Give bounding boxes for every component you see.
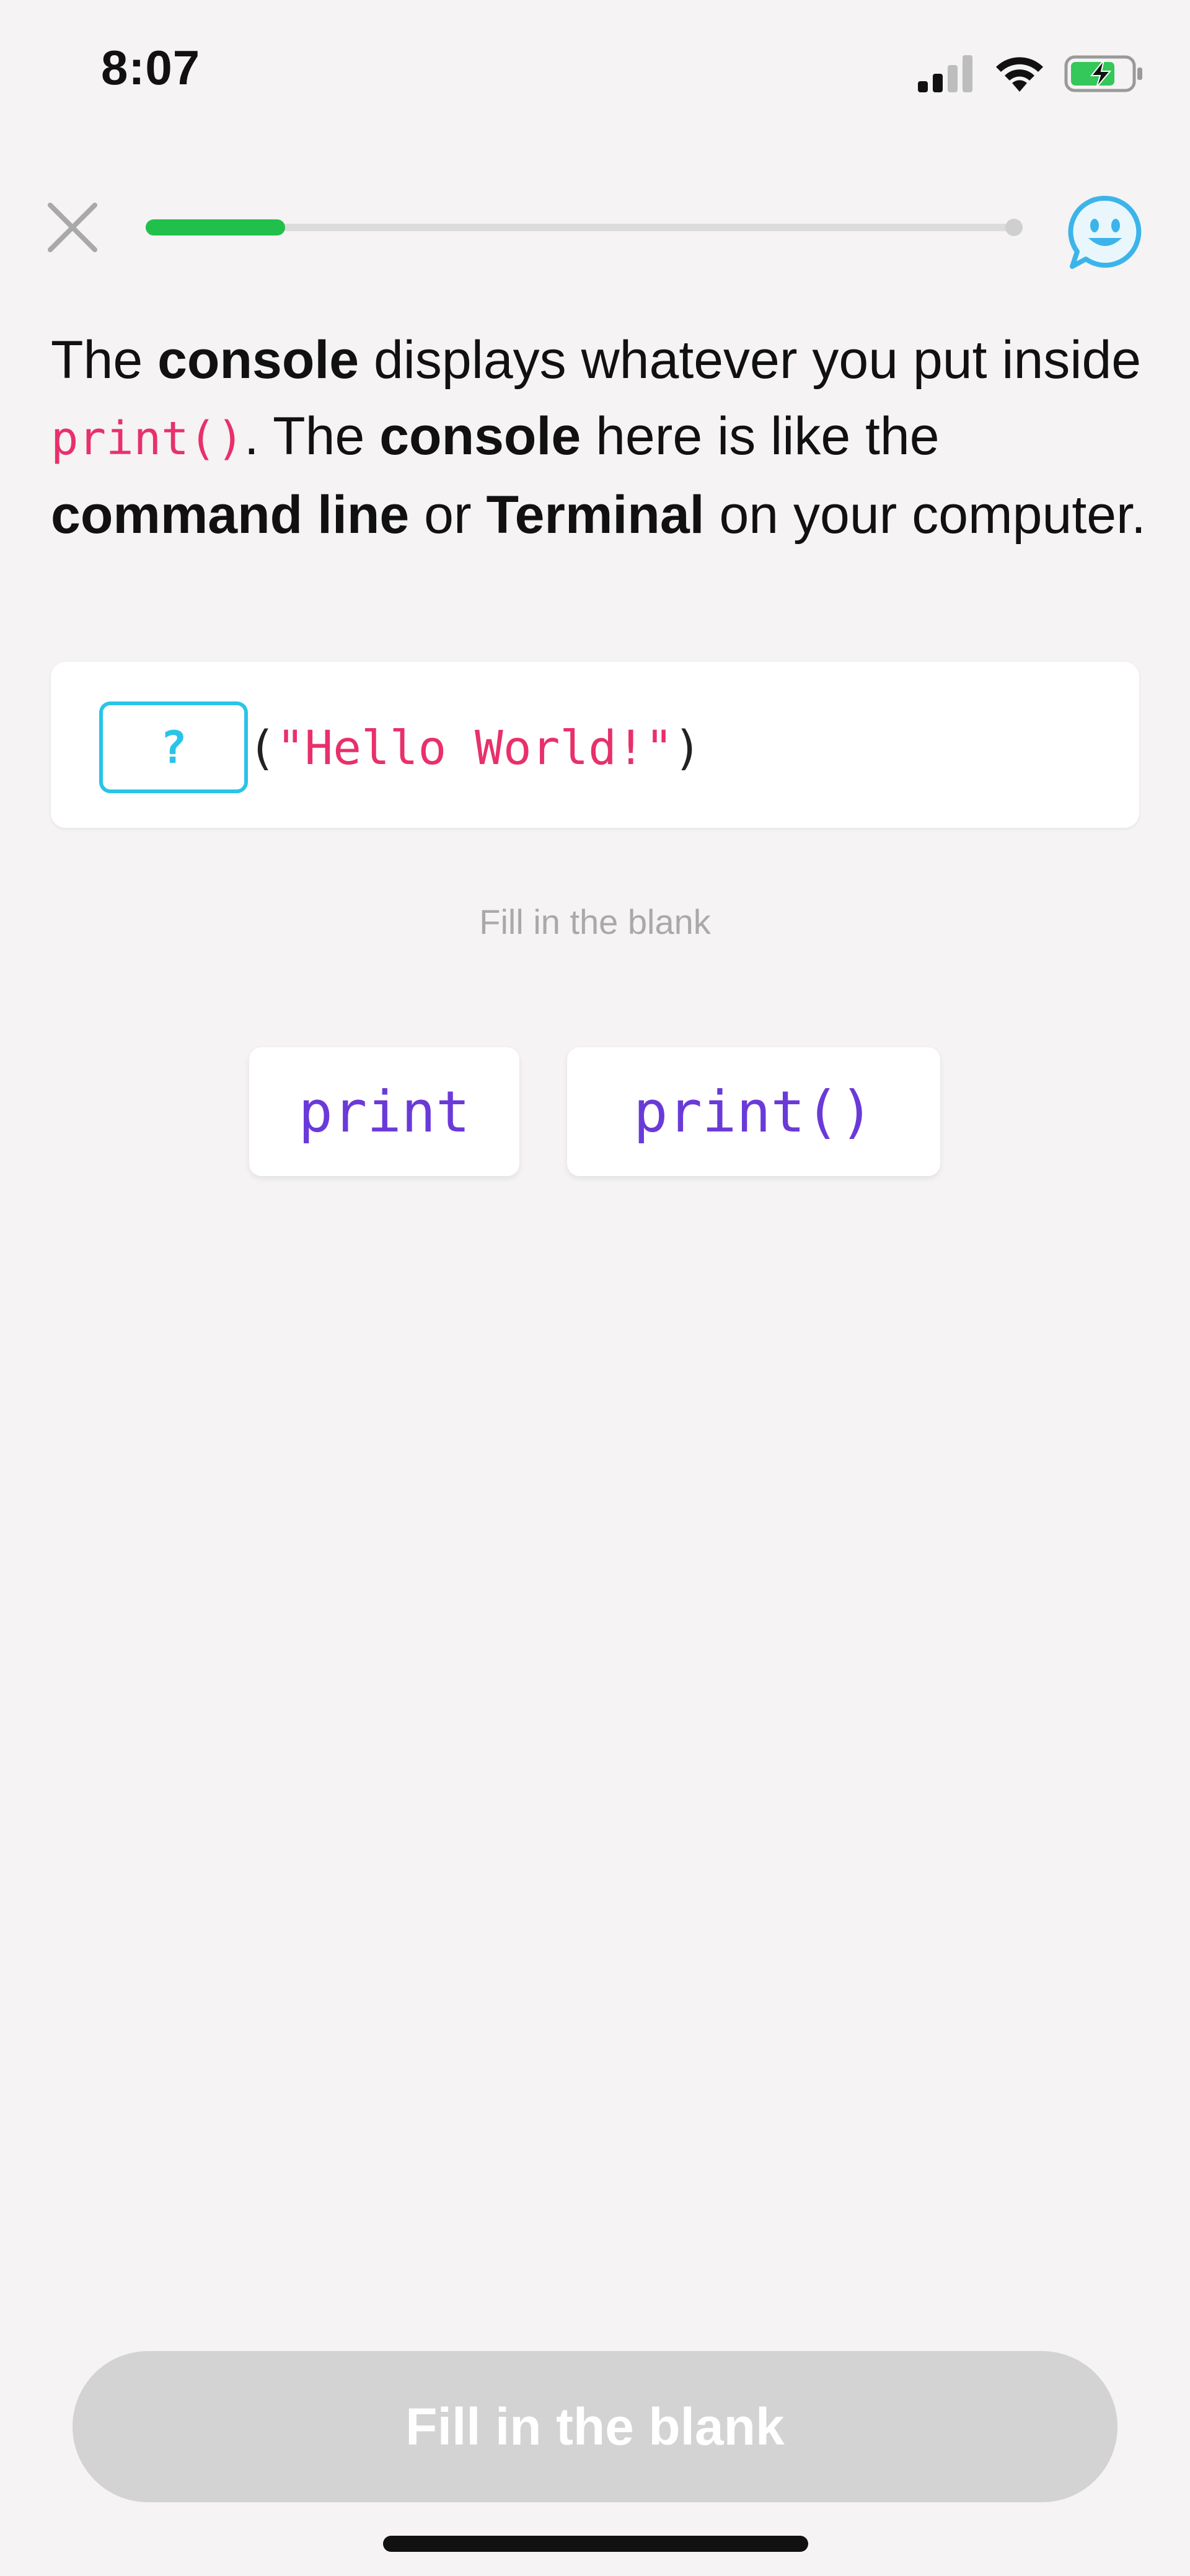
lesson-term-console: console [157, 330, 359, 390]
status-time: 8:07 [101, 40, 201, 95]
chat-help-button[interactable] [1065, 193, 1145, 274]
lesson-text-segment: The [51, 330, 158, 390]
code-snippet-card: ? ( "Hello World!" ) [51, 662, 1139, 828]
blank-slot[interactable]: ? [99, 701, 248, 793]
cellular-signal-icon [918, 55, 972, 92]
code-close-paren: ) [673, 719, 702, 775]
instruction-hint: Fill in the blank [479, 902, 711, 941]
lesson-term-console: console [379, 407, 581, 466]
home-indicator [383, 2536, 808, 2552]
lesson-progress-fill [146, 219, 285, 235]
close-icon [48, 203, 97, 252]
answer-option-print-parens[interactable]: print() [567, 1047, 940, 1176]
lesson-term-terminal: Terminal [486, 485, 705, 545]
lesson-progress-bar [146, 219, 1023, 236]
lesson-inline-code: print() [51, 412, 244, 465]
lesson-term-command-line: command line [51, 485, 410, 545]
lesson-text-segment: on your computer. [704, 485, 1146, 545]
lesson-text-segment: . The [244, 407, 380, 466]
close-button[interactable] [46, 201, 99, 253]
code-open-paren: ( [248, 719, 276, 775]
battery-charging-icon [1064, 55, 1142, 92]
chat-face-icon [1068, 195, 1142, 269]
code-line: ? ( "Hello World!" ) [99, 701, 702, 793]
progress-end-marker [1005, 219, 1023, 236]
fill-in-blank-button[interactable]: Fill in the blank [73, 2351, 1117, 2502]
lesson-description: The console displays whatever you put in… [51, 322, 1148, 553]
status-icons [918, 52, 1144, 95]
lesson-text-segment: or [409, 485, 487, 545]
lesson-text-segment: displays whatever you put inside [359, 330, 1142, 390]
answer-option-print[interactable]: print [249, 1047, 519, 1176]
lesson-text-segment: here is like the [581, 407, 940, 466]
status-bar: 8:07 [0, 0, 1190, 149]
code-string-literal: "Hello World!" [276, 719, 674, 775]
wifi-icon [996, 57, 1043, 92]
